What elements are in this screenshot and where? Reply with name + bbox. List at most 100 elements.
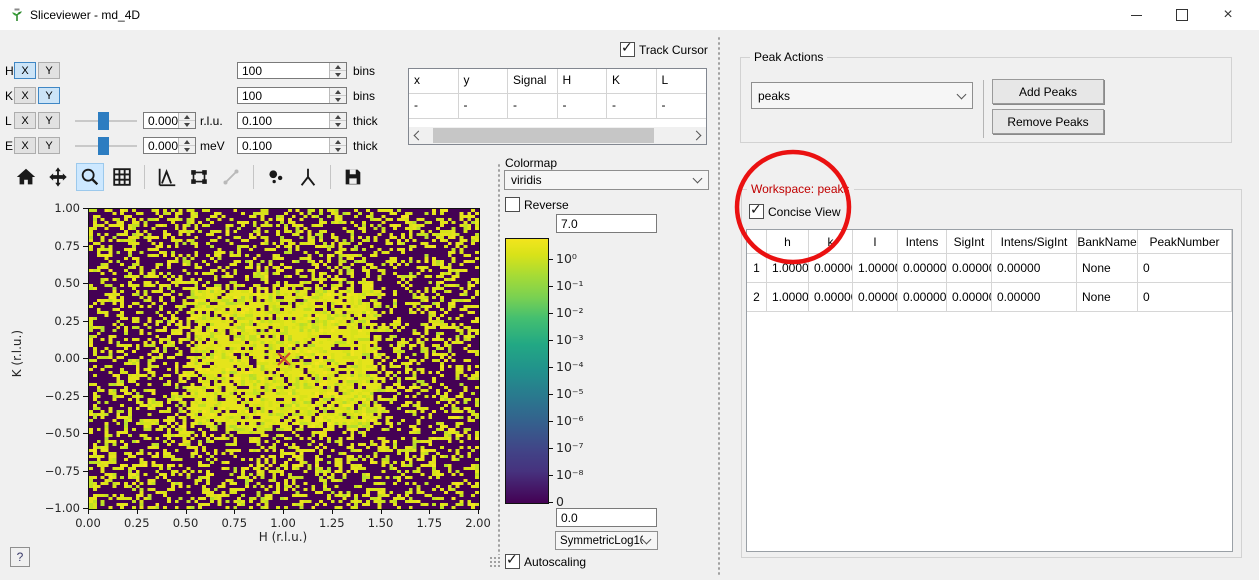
spin-down-icon[interactable] (179, 145, 195, 153)
peaks-table-cell[interactable]: 0 (1138, 254, 1232, 283)
peaks-table-cell[interactable]: 0.00000 (809, 254, 853, 283)
peaks-table-cell[interactable]: 0.00000 (947, 254, 992, 283)
peaks-table-cell[interactable]: 0.00000 (898, 283, 947, 312)
horizontal-scrollbar[interactable] (409, 127, 706, 144)
spin-up-icon[interactable] (179, 113, 195, 120)
x-tick-label: 0.00 (66, 516, 110, 530)
peaks-table[interactable]: hklIntensSigIntIntens/SigIntBankNamePeak… (746, 229, 1233, 552)
peaks-table-cell[interactable]: 1.00000 (767, 283, 809, 312)
peaks-table-header[interactable] (747, 230, 767, 254)
peaks-table-header[interactable]: SigInt (947, 230, 992, 254)
pan-icon[interactable] (44, 163, 72, 191)
dim-h-bins-spinbox[interactable]: 100 (237, 62, 347, 79)
grid-icon[interactable] (108, 163, 136, 191)
toolbar-separator (253, 165, 254, 189)
dim-e-x-button[interactable]: X (14, 137, 36, 154)
scroll-right-icon[interactable] (690, 127, 706, 144)
dim-e-value-spinbox[interactable]: 0.000 (143, 137, 196, 154)
peaks-table-header[interactable]: k (809, 230, 853, 254)
spin-up-icon[interactable] (330, 88, 346, 95)
dim-label-l: L (5, 114, 12, 128)
spin-up-icon[interactable] (330, 63, 346, 70)
dim-e-y-button[interactable]: Y (38, 137, 60, 154)
peaks-table-cell[interactable]: 0.00000 (992, 254, 1077, 283)
peaks-table-header[interactable]: Intens (898, 230, 947, 254)
splitter-grip[interactable] (489, 556, 501, 569)
colorbar[interactable] (505, 238, 549, 504)
colorbar-tick-label: 10⁻⁷ (556, 440, 584, 455)
add-peaks-button[interactable]: Add Peaks (992, 79, 1104, 104)
dim-k-y-button[interactable]: Y (38, 87, 60, 104)
peaks-table-row[interactable]: 11.000000.000001.000000.000000.000000.00… (747, 254, 1232, 283)
peaks-table-cell[interactable]: None (1077, 254, 1138, 283)
y-tick (83, 246, 88, 247)
splitter-handle[interactable] (497, 163, 501, 555)
dim-h-y-button[interactable]: Y (38, 62, 60, 79)
splitter-handle[interactable] (717, 36, 721, 576)
scroll-left-icon[interactable] (409, 127, 425, 144)
spin-up-icon[interactable] (330, 113, 346, 120)
dim-e-thick-spinbox[interactable]: 0.100 (237, 137, 347, 154)
spin-down-icon[interactable] (179, 120, 195, 128)
help-button[interactable]: ? (10, 547, 30, 567)
peaks-table-cell[interactable]: 0.00000 (898, 254, 947, 283)
slider-handle[interactable] (98, 137, 109, 155)
scrollbar-thumb[interactable] (433, 128, 654, 143)
peaks-table-cell[interactable]: 0.00000 (947, 283, 992, 312)
peaks-table-header[interactable]: BankName (1077, 230, 1138, 254)
dim-k-bins-spinbox[interactable]: 100 (237, 87, 347, 104)
concise-view-checkbox[interactable]: ✓ (749, 204, 764, 219)
peaks-workspace-select[interactable]: peaks (751, 82, 973, 109)
dim-e-slider[interactable] (75, 137, 137, 155)
spin-down-icon[interactable] (330, 145, 346, 153)
peaks-table-cell[interactable]: 0.00000 (992, 283, 1077, 312)
line-plots-icon[interactable] (153, 163, 181, 191)
region-of-interest-icon[interactable] (185, 163, 213, 191)
peaks-table-header[interactable]: Intens/SigInt (992, 230, 1077, 254)
peaks-table-cell[interactable]: 0.00000 (853, 283, 898, 312)
peaks-table-row[interactable]: 21.000000.000000.000000.000000.000000.00… (747, 283, 1232, 312)
dim-l-slider[interactable] (75, 112, 137, 130)
peaks-table-header[interactable]: l (853, 230, 898, 254)
autoscaling-checkbox[interactable]: ✓ (505, 554, 520, 569)
nonorthogonal-axes-icon[interactable] (294, 163, 322, 191)
peaks-table-cell[interactable]: None (1077, 283, 1138, 312)
maximize-icon[interactable] (1159, 0, 1205, 30)
save-icon[interactable] (339, 163, 367, 191)
spin-down-icon[interactable] (330, 120, 346, 128)
dim-l-thick-spinbox[interactable]: 0.100 (237, 112, 347, 129)
autoscaling-label: Autoscaling (524, 555, 586, 569)
spin-up-icon[interactable] (330, 138, 346, 145)
heatmap-plot[interactable] (88, 208, 480, 510)
dim-l-y-button[interactable]: Y (38, 112, 60, 129)
minimize-icon[interactable] (1113, 0, 1159, 30)
scale-select[interactable]: SymmetricLog10 (555, 531, 658, 550)
home-icon[interactable] (12, 163, 40, 191)
dim-h-x-button[interactable]: X (14, 62, 36, 79)
remove-peaks-button[interactable]: Remove Peaks (992, 109, 1104, 134)
reverse-checkbox[interactable] (505, 197, 520, 212)
y-tick-label: −0.75 (36, 464, 80, 478)
slider-handle[interactable] (98, 112, 109, 130)
dim-k-x-button[interactable]: X (14, 87, 36, 104)
colorbar-max-input[interactable]: 7.0 (556, 214, 657, 233)
track-cursor-checkbox[interactable]: ✓ (620, 42, 635, 57)
peaks-table-header[interactable]: PeakNumber (1138, 230, 1232, 254)
colormap-select[interactable]: viridis (504, 170, 709, 190)
close-icon[interactable]: × (1205, 0, 1251, 30)
peaks-table-header[interactable]: h (767, 230, 809, 254)
colorbar-min-input[interactable]: 0.0 (556, 508, 657, 527)
dim-l-x-button[interactable]: X (14, 112, 36, 129)
dim-label-k: K (5, 89, 13, 103)
dim-l-value-spinbox[interactable]: 0.000 (143, 112, 196, 129)
spin-up-icon[interactable] (179, 138, 195, 145)
peaks-table-cell[interactable]: 1.00000 (853, 254, 898, 283)
peaks-table-cell[interactable]: 1.00000 (767, 254, 809, 283)
peaks-table-cell[interactable]: 0.00000 (809, 283, 853, 312)
spin-down-icon[interactable] (330, 70, 346, 78)
peaks-overlay-icon[interactable] (262, 163, 290, 191)
peaks-table-cell[interactable]: 0 (1138, 283, 1232, 312)
zoom-icon[interactable] (76, 163, 104, 191)
spin-down-icon[interactable] (330, 95, 346, 103)
title-bar[interactable]: Sliceviewer - md_4D × (0, 0, 1259, 30)
